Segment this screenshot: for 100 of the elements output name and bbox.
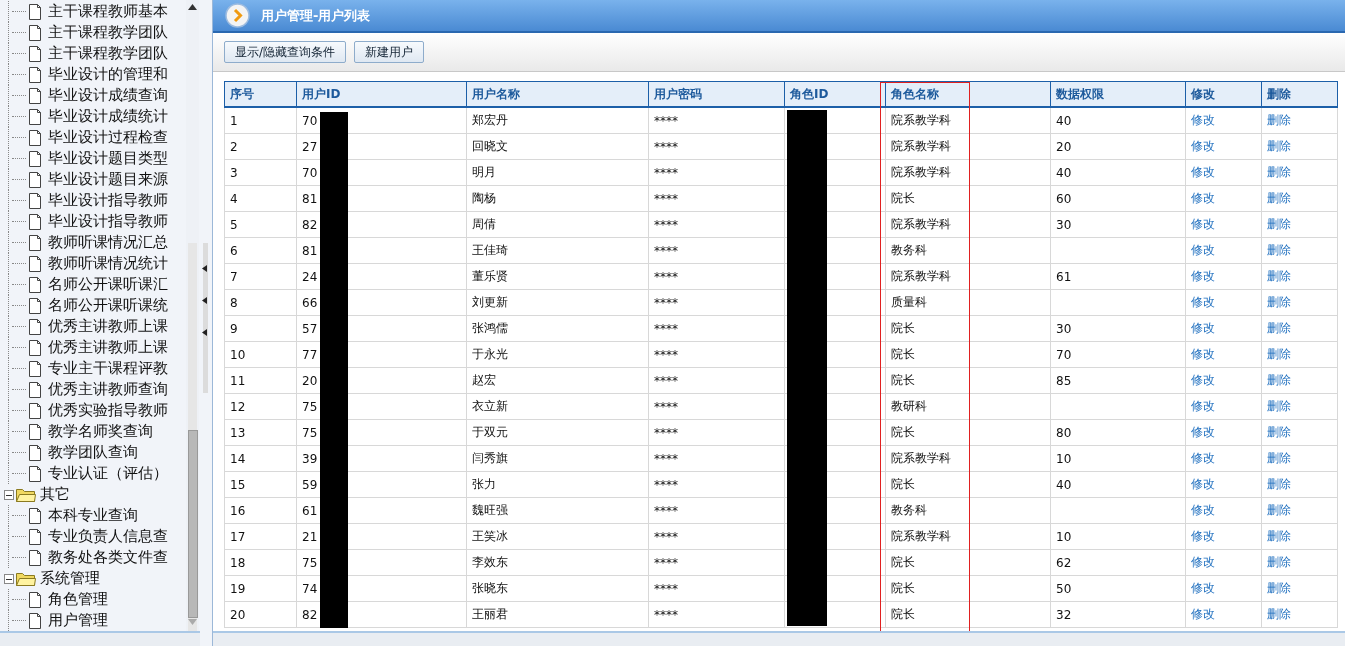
tree-item[interactable]: 系统管理 (40, 569, 100, 588)
scrollbar-thumb[interactable] (188, 430, 198, 618)
tree-item[interactable]: 专业负责人信息查 (48, 527, 168, 546)
edit-link[interactable]: 修改 (1191, 581, 1215, 595)
folder-icon (16, 487, 36, 502)
table-cell: **** (648, 107, 785, 134)
table-cell: 8 (224, 289, 297, 316)
edit-link[interactable]: 修改 (1191, 113, 1215, 127)
delete-link[interactable]: 删除 (1267, 191, 1291, 205)
table-cell: 教务科 (885, 237, 1051, 264)
delete-link[interactable]: 删除 (1267, 217, 1291, 231)
delete-link[interactable]: 删除 (1267, 347, 1291, 361)
delete-link[interactable]: 删除 (1267, 295, 1291, 309)
table-cell: **** (648, 159, 785, 186)
edit-link[interactable]: 修改 (1191, 373, 1215, 387)
delete-link[interactable]: 删除 (1267, 243, 1291, 257)
tree-item[interactable]: 名师公开课听课统 (48, 296, 168, 315)
table-cell: 院长 (885, 367, 1051, 394)
edit-link[interactable]: 修改 (1191, 529, 1215, 543)
tree-item[interactable]: 毕业设计指导教师 (48, 191, 168, 210)
tree-item[interactable]: 本科专业查询 (48, 506, 138, 525)
edit-link[interactable]: 修改 (1191, 477, 1215, 491)
table-cell: 院系教学科 (885, 445, 1051, 472)
tree-item[interactable]: 其它 (40, 485, 70, 504)
delete-link[interactable]: 删除 (1267, 399, 1291, 413)
tree-item[interactable]: 主干课程教学团队 (48, 23, 168, 42)
delete-link[interactable]: 删除 (1267, 165, 1291, 179)
scroll-up-icon[interactable] (188, 4, 197, 10)
tree-item[interactable]: 主干课程教师基本 (48, 2, 168, 21)
document-icon (28, 3, 42, 20)
table-cell: 周倩 (466, 211, 649, 238)
document-icon (28, 612, 42, 629)
table-cell: 15 (224, 471, 297, 498)
edit-link[interactable]: 修改 (1191, 165, 1215, 179)
delete-link[interactable]: 删除 (1267, 529, 1291, 543)
collapse-arrow-icon[interactable] (202, 297, 207, 304)
edit-link[interactable]: 修改 (1191, 243, 1215, 257)
tree-item[interactable]: 毕业设计过程检查 (48, 128, 168, 147)
edit-link[interactable]: 修改 (1191, 451, 1215, 465)
tree-item[interactable]: 优秀主讲教师上课 (48, 338, 168, 357)
delete-link[interactable]: 删除 (1267, 477, 1291, 491)
edit-link[interactable]: 修改 (1191, 269, 1215, 283)
tree-item[interactable]: 毕业设计成绩统计 (48, 107, 168, 126)
tree-item[interactable]: 教务处各类文件查 (48, 548, 168, 567)
edit-link[interactable]: 修改 (1191, 347, 1215, 361)
delete-link[interactable]: 删除 (1267, 425, 1291, 439)
tree-item[interactable]: 优秀主讲教师上课 (48, 317, 168, 336)
collapse-icon[interactable] (4, 489, 14, 500)
delete-link[interactable]: 删除 (1267, 503, 1291, 517)
edit-link[interactable]: 修改 (1191, 321, 1215, 335)
table-cell: 40 (1050, 471, 1186, 498)
document-icon (28, 24, 42, 41)
tree-item[interactable]: 角色管理 (48, 590, 108, 609)
table-cell: 院系教学科 (885, 263, 1051, 290)
edit-link[interactable]: 修改 (1191, 295, 1215, 309)
edit-link[interactable]: 修改 (1191, 503, 1215, 517)
delete-link[interactable]: 删除 (1267, 451, 1291, 465)
collapse-icon[interactable] (4, 573, 14, 584)
tree-item[interactable]: 教学名师奖查询 (48, 422, 153, 441)
delete-link[interactable]: 删除 (1267, 555, 1291, 569)
collapse-arrow-icon[interactable] (202, 265, 207, 272)
delete-link[interactable]: 删除 (1267, 373, 1291, 387)
edit-link[interactable]: 修改 (1191, 425, 1215, 439)
table-cell: 62 (1050, 549, 1186, 576)
tree-item[interactable]: 毕业设计题目类型 (48, 149, 168, 168)
delete-link[interactable]: 删除 (1267, 269, 1291, 283)
page-title: 用户管理-用户列表 (261, 6, 371, 25)
document-icon (28, 66, 42, 83)
edit-link[interactable]: 修改 (1191, 191, 1215, 205)
delete-link[interactable]: 删除 (1267, 321, 1291, 335)
toolbar-button[interactable]: 显示/隐藏查询条件 (224, 41, 347, 63)
tree-item[interactable]: 毕业设计的管理和 (48, 65, 168, 84)
tree-item[interactable]: 优秀实验指导教师 (48, 401, 168, 420)
tree-item[interactable]: 教师听课情况汇总 (48, 233, 168, 252)
document-icon (28, 276, 42, 293)
tree-item[interactable]: 教师听课情况统计 (48, 254, 168, 273)
edit-link[interactable]: 修改 (1191, 139, 1215, 153)
table-cell: 陶杨 (466, 185, 649, 212)
tree-item[interactable]: 毕业设计题目来源 (48, 170, 168, 189)
toolbar-button[interactable]: 新建用户 (354, 41, 425, 63)
tree-item[interactable]: 毕业设计成绩查询 (48, 86, 168, 105)
delete-link[interactable]: 删除 (1267, 139, 1291, 153)
tree-item[interactable]: 专业认证（评估） (48, 464, 168, 483)
edit-link[interactable]: 修改 (1191, 555, 1215, 569)
tree-item[interactable]: 用户管理 (48, 611, 108, 630)
edit-link[interactable]: 修改 (1191, 217, 1215, 231)
tree-item[interactable]: 主干课程教学团队 (48, 44, 168, 63)
delete-link[interactable]: 删除 (1267, 607, 1291, 621)
delete-link[interactable]: 删除 (1267, 113, 1291, 127)
table-cell: 14 (224, 445, 297, 472)
tree-item[interactable]: 名师公开课听课汇 (48, 275, 168, 294)
collapse-arrow-icon[interactable] (202, 329, 207, 336)
document-icon (28, 213, 42, 230)
delete-link[interactable]: 删除 (1267, 581, 1291, 595)
edit-link[interactable]: 修改 (1191, 607, 1215, 621)
tree-item[interactable]: 毕业设计指导教师 (48, 212, 168, 231)
tree-item[interactable]: 教学团队查询 (48, 443, 138, 462)
tree-item[interactable]: 专业主干课程评教 (48, 359, 168, 378)
tree-item[interactable]: 优秀主讲教师查询 (48, 380, 168, 399)
edit-link[interactable]: 修改 (1191, 399, 1215, 413)
